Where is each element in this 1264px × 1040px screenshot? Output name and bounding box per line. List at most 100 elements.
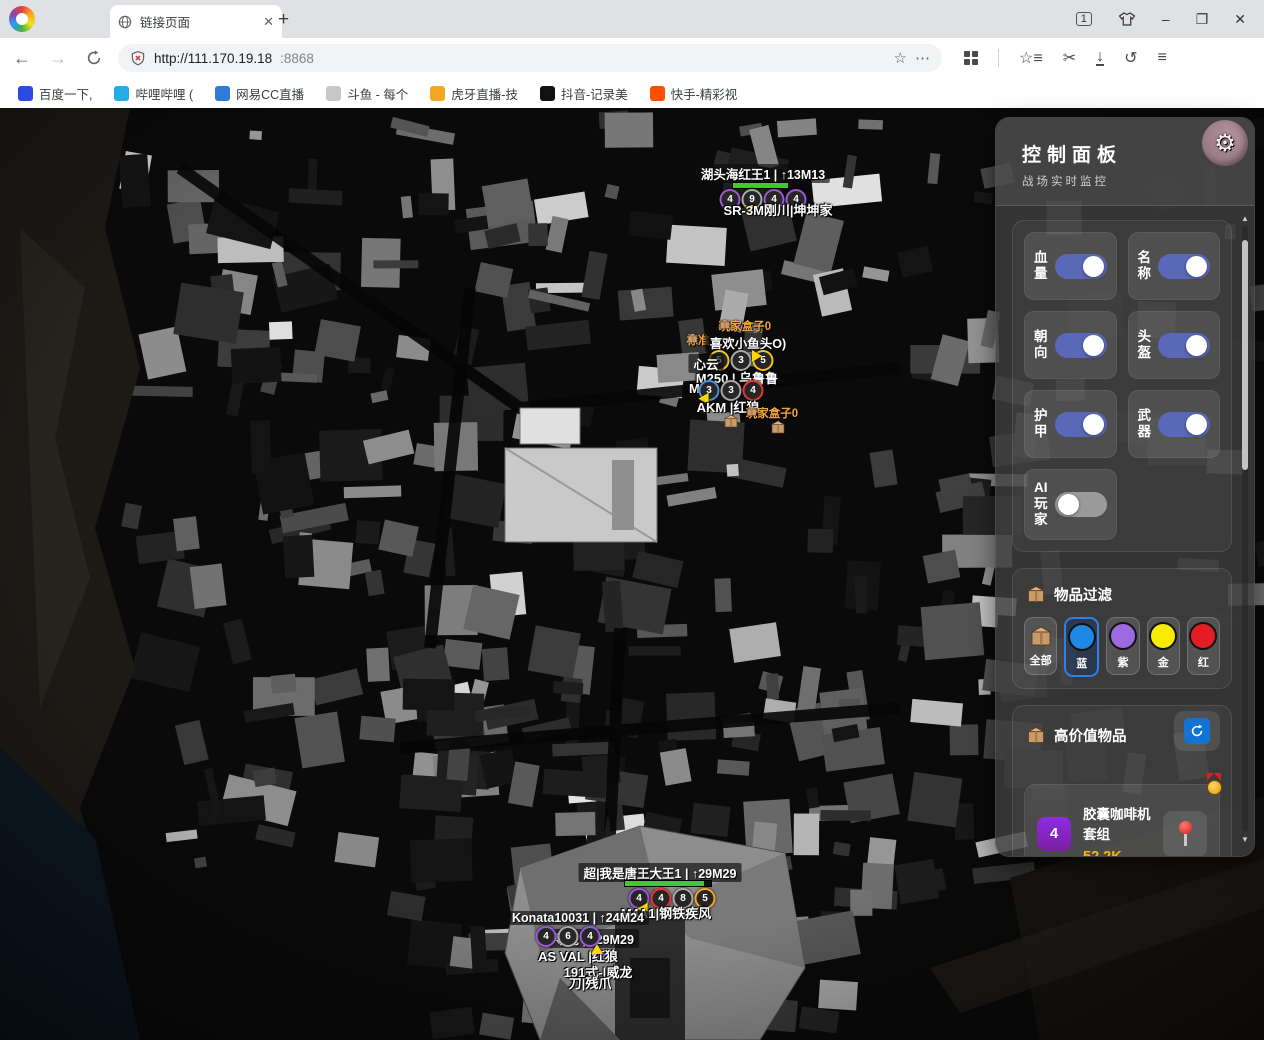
browser-tab[interactable]: 链接页面 ✕ [110,5,282,38]
bookmark-item[interactable]: 抖音-记录美 [532,82,636,105]
bookmark-label: 抖音-记录美 [561,84,628,103]
insecure-shield-icon[interactable] [130,50,146,66]
item-name: 胶囊咖啡机套组 [1083,803,1151,843]
refresh-button[interactable] [1174,711,1220,751]
bookmark-favicon [114,86,129,101]
scroll-up-icon[interactable]: ▲ [1240,214,1250,223]
display-toggles-section: 血量名称朝向头盔护甲武器 AI玩家 [1012,220,1232,552]
toggle-switch[interactable] [1158,333,1210,358]
item-tier-badge: 4 [1037,817,1071,851]
color-dot-icon [1189,622,1217,650]
scrollbar-thumb[interactable] [1242,240,1248,470]
filter-button-金[interactable]: 金 [1147,617,1180,675]
browser-logo-icon[interactable] [9,6,35,32]
filter-label: 紫 [1118,654,1129,670]
toggle-switch[interactable] [1055,492,1107,517]
screenshot-scissors-icon[interactable]: ✂ [1063,48,1076,68]
box-icon [719,318,731,330]
url-bar[interactable]: http://111.170.19.18:8868 ☆ ⋯ [118,44,942,72]
bookmark-item[interactable]: 斗鱼 - 每个 [318,82,416,105]
color-dot-icon [1109,622,1137,650]
panel-subtitle: 战场实时监控 [1022,173,1254,189]
menu-icon[interactable]: ≡ [1158,49,1167,67]
toggle-switch[interactable] [1158,254,1210,279]
high-value-title: 高价值物品 [1054,725,1127,746]
bookmark-item[interactable]: 虎牙直播-技 [422,82,526,105]
back-button[interactable]: ← [8,48,36,69]
tab-title: 链接页面 [140,12,255,31]
bookmark-item[interactable]: 哔哩哔哩 ( [106,82,201,105]
toolbar-divider [998,49,999,67]
maximize-button[interactable]: ❐ [1196,11,1209,28]
toggle-card-名称[interactable]: 名称 [1128,232,1221,300]
skin-theme-icon[interactable] [1118,11,1136,27]
color-dot-icon [1068,623,1096,651]
toggle-card-头盔[interactable]: 头盔 [1128,311,1221,379]
toggle-label: 名称 [1138,250,1152,282]
settings-button[interactable]: ⚙ [1202,120,1248,166]
toggle-switch[interactable] [1055,254,1107,279]
new-tab-button[interactable]: + [278,9,289,31]
filter-button-蓝[interactable]: 蓝 [1064,617,1099,677]
apps-grid-icon[interactable] [964,51,978,65]
toggle-card-护甲[interactable]: 护甲 [1024,390,1117,458]
browser-titlebar: 链接页面 ✕ + 1 – ❐ ✕ [0,0,1264,38]
toggle-card-AI玩家[interactable]: AI玩家 [1024,469,1117,540]
bookmark-favicon [326,86,341,101]
control-panel: 控制面板 战场实时监控 ⚙ 血量名称朝向头盔护甲武器AI玩家 物品过滤 全部蓝紫… [995,117,1255,857]
direction-arrow-icon [591,944,603,954]
bookmark-favicon [540,86,555,101]
favorites-collect-icon[interactable]: ☆≡ [1019,48,1043,68]
bookmark-label: 网易CC直播 [236,84,304,103]
tab-count-badge[interactable]: 1 [1076,12,1092,26]
reload-button[interactable] [80,49,108,67]
undo-icon[interactable]: ↺ [1124,48,1137,68]
box-icon [1029,624,1053,648]
high-value-section: 高价值物品 4胶囊咖啡机套组52.2K [1012,705,1232,856]
pin-icon [1179,821,1192,834]
bookmark-item[interactable]: 网易CC直播 [207,82,312,105]
browser-toolbar: ← → http://111.170.19.18:8868 ☆ ⋯ ☆≡ ✂ ↓… [0,38,1264,78]
bookmark-favicon [650,86,665,101]
filter-button-红[interactable]: 红 [1187,617,1220,675]
panel-body: 血量名称朝向头盔护甲武器AI玩家 物品过滤 全部蓝紫金红 高价值物品 [996,206,1254,856]
loot-box-label: 玩家盒子0 [719,318,771,334]
tab-close-icon[interactable]: ✕ [263,14,274,30]
url-host: http://111.170.19.18 [154,51,272,66]
bookmark-favicon [430,86,445,101]
scroll-down-icon[interactable]: ▼ [1240,835,1250,844]
toggle-switch[interactable] [1055,333,1107,358]
toggle-label: 头盔 [1138,329,1152,361]
filter-button-紫[interactable]: 紫 [1106,617,1139,675]
toggle-card-朝向[interactable]: 朝向 [1024,311,1117,379]
minimize-button[interactable]: – [1162,11,1170,27]
bookmark-label: 快手-精彩视 [671,84,738,103]
toggle-card-血量[interactable]: 血量 [1024,232,1117,300]
bookmark-item[interactable]: 快手-精彩视 [642,82,746,105]
toggle-switch[interactable] [1158,412,1210,437]
more-actions-icon[interactable]: ⋯ [915,49,930,67]
bookmark-label: 虎牙直播-技 [451,84,518,103]
player-name-label: 湖头海红王1 | ↑13M13 [696,164,830,183]
gear-icon: ⚙ [1214,129,1236,158]
panel-scrollbar[interactable]: ▲ ▼ [1240,214,1249,844]
locate-pin-button[interactable] [1163,811,1207,856]
download-icon[interactable]: ↓ [1096,50,1104,66]
forward-button[interactable]: → [44,48,72,69]
box-icon [1026,725,1046,745]
color-dot-icon [1149,622,1177,650]
bookmark-favicon [215,86,230,101]
close-button[interactable]: ✕ [1234,11,1246,28]
panel-header: 控制面板 战场实时监控 ⚙ [996,118,1254,206]
bookmark-label: 百度一下, [39,84,92,103]
high-value-item-card[interactable]: 4胶囊咖啡机套组52.2K [1024,784,1220,856]
filter-label: 红 [1198,654,1209,670]
bookmark-star-icon[interactable]: ☆ [894,49,907,67]
filter-button-全部[interactable]: 全部 [1024,617,1057,675]
toggle-switch[interactable] [1055,412,1107,437]
bookmark-favicon [18,86,33,101]
globe-icon [118,15,132,29]
bookmark-item[interactable]: 百度一下, [10,82,100,105]
toggle-card-武器[interactable]: 武器 [1128,390,1221,458]
toggle-label: 武器 [1138,408,1152,440]
